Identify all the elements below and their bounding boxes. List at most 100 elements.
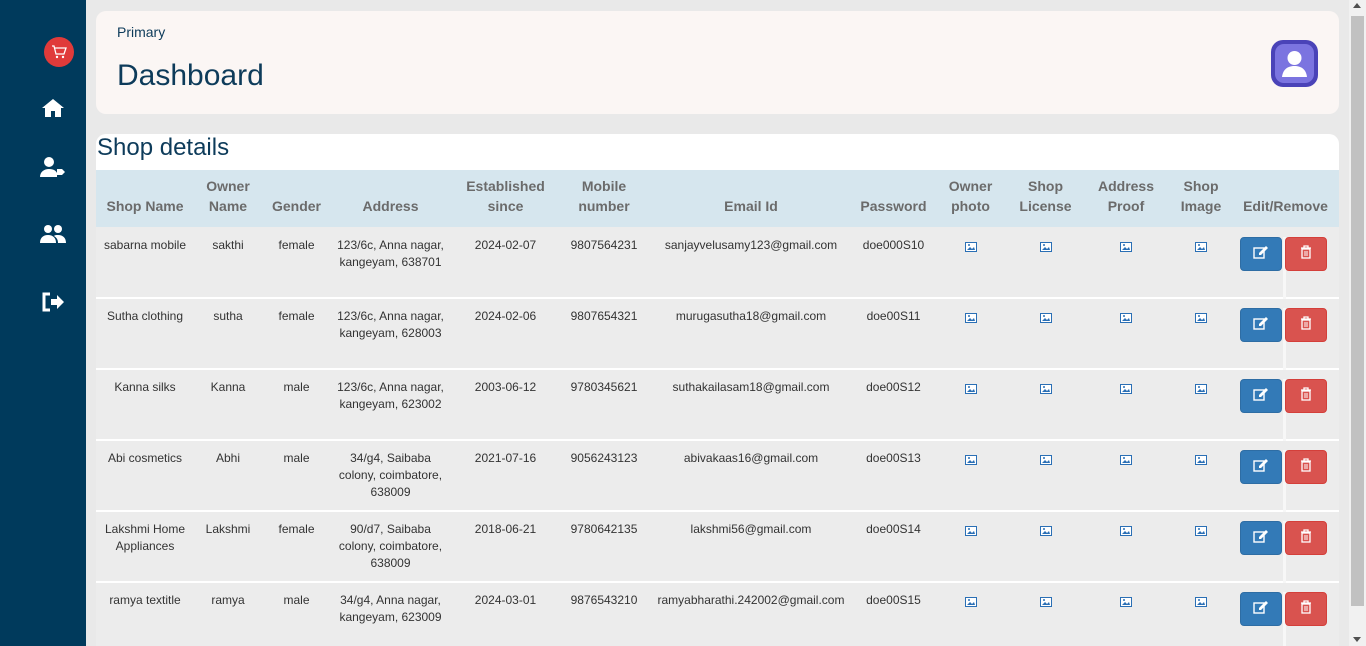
cell-email: suthakailasam18@gmail.com	[647, 369, 855, 441]
owner-photo-icon[interactable]	[964, 311, 977, 323]
owner-photo-icon[interactable]	[964, 240, 977, 252]
cell-owner-name: Abhi	[194, 440, 262, 512]
card-title: Shop details	[97, 134, 230, 161]
cell-established: 2024-03-01	[450, 582, 561, 646]
shop-image-icon[interactable]	[1195, 311, 1207, 323]
user-avatar-icon	[1275, 44, 1314, 83]
shop-image-icon[interactable]	[1195, 240, 1207, 252]
delete-button[interactable]	[1285, 379, 1327, 413]
page-scrollbar[interactable]	[1349, 0, 1366, 646]
column-header: Gender	[271, 198, 321, 214]
shop-license-icon[interactable]	[1039, 311, 1052, 323]
cell-mobile: 9780642135	[561, 511, 647, 583]
cell-mobile: 9807654321	[561, 298, 647, 370]
cell-shop-name: Lakshmi Home Appliances	[96, 511, 194, 583]
table-row: Sutha clothing sutha female 123/6c, Anna na…	[96, 298, 1339, 370]
delete-button[interactable]	[1285, 521, 1327, 555]
shop-image-icon[interactable]	[1195, 524, 1207, 536]
column-header: Shop License	[1019, 178, 1072, 214]
cell-owner-name: Lakshmi	[194, 511, 262, 583]
cell-owner-name: ramya	[194, 582, 262, 646]
owner-photo-icon[interactable]	[964, 453, 977, 465]
shop-license-icon[interactable]	[1039, 524, 1052, 536]
cell-gender: male	[262, 440, 331, 512]
cell-owner-name: sakthi	[194, 227, 262, 299]
cell-address: 34/g4, Anna nagar, kangeyam, 623009	[331, 582, 450, 646]
owner-photo-icon[interactable]	[964, 524, 977, 536]
cell-established: 2003-06-12	[450, 369, 561, 441]
shop-image-icon[interactable]	[1195, 595, 1207, 607]
users-icon[interactable]	[40, 221, 66, 247]
edit-button[interactable]	[1240, 450, 1282, 484]
edit-icon	[1253, 316, 1269, 335]
table-row: Lakshmi Home Appliances Lakshmi female 90/d…	[96, 511, 1339, 583]
cell-address: 34/g4, Saibaba colony, coimbatore, 63800…	[331, 440, 450, 512]
breadcrumb[interactable]: Primary	[117, 24, 165, 40]
scrollbar-thumb[interactable]	[1351, 16, 1364, 606]
delete-button[interactable]	[1285, 450, 1327, 484]
trash-icon	[1300, 386, 1312, 406]
page-header: Primary Dashboard	[96, 11, 1339, 114]
home-icon[interactable]	[40, 95, 66, 121]
shop-license-icon[interactable]	[1039, 240, 1052, 252]
column-header: Edit/Remove	[1243, 198, 1328, 214]
table-row: Abi cosmetics Abhi male 34/g4, Saibaba colo…	[96, 440, 1339, 512]
cell-established: 2024-02-07	[450, 227, 561, 299]
edit-button[interactable]	[1240, 237, 1282, 271]
address-proof-icon[interactable]	[1120, 595, 1132, 607]
shop-image-icon[interactable]	[1195, 453, 1207, 465]
trash-icon	[1300, 599, 1312, 619]
edit-icon	[1253, 245, 1269, 264]
shop-license-icon[interactable]	[1039, 453, 1052, 465]
user-tag-icon[interactable]	[40, 154, 66, 180]
avatar[interactable]	[1271, 40, 1318, 87]
cell-mobile: 9056243123	[561, 440, 647, 512]
logout-icon[interactable]	[40, 289, 66, 315]
edit-icon	[1253, 529, 1269, 548]
shop-details-card: Shop details Shop Name Owner Name Gender Ad…	[96, 134, 1339, 646]
address-proof-icon[interactable]	[1120, 311, 1132, 323]
cell-owner-name: Kanna	[194, 369, 262, 441]
shop-license-icon[interactable]	[1039, 382, 1052, 394]
table-row: Kanna silks Kanna male 123/6c, Anna nagar, …	[96, 369, 1339, 441]
cell-shop-name: ramya textitle	[96, 582, 194, 646]
cart-logo-icon[interactable]	[44, 37, 74, 67]
cell-email: abivakaas16@gmail.com	[647, 440, 855, 512]
trash-icon	[1300, 528, 1312, 548]
edit-button[interactable]	[1240, 521, 1282, 555]
shop-license-icon[interactable]	[1039, 595, 1052, 607]
cell-password: doe00S11	[855, 298, 932, 370]
address-proof-icon[interactable]	[1120, 524, 1132, 536]
cell-mobile: 9876543210	[561, 582, 647, 646]
scroll-down-arrow-icon[interactable]	[1353, 637, 1361, 642]
scroll-up-arrow-icon[interactable]	[1353, 3, 1361, 8]
edit-icon	[1253, 600, 1269, 619]
cell-password: doe00S14	[855, 511, 932, 583]
edit-button[interactable]	[1240, 379, 1282, 413]
cell-established: 2018-06-21	[450, 511, 561, 583]
column-header: Owner Name	[206, 178, 250, 214]
delete-button[interactable]	[1285, 237, 1327, 271]
table-header-row: Shop Name Owner Name Gender Address Establis…	[96, 170, 1339, 227]
owner-photo-icon[interactable]	[964, 382, 977, 394]
edit-button[interactable]	[1240, 308, 1282, 342]
trash-icon	[1300, 457, 1312, 477]
owner-photo-icon[interactable]	[964, 595, 977, 607]
cell-address: 123/6c, Anna nagar, kangeyam, 628003	[331, 298, 450, 370]
delete-button[interactable]	[1285, 308, 1327, 342]
edit-icon	[1253, 387, 1269, 406]
cell-gender: female	[262, 298, 331, 370]
cell-password: doe00S15	[855, 582, 932, 646]
shop-image-icon[interactable]	[1195, 382, 1207, 394]
address-proof-icon[interactable]	[1120, 453, 1132, 465]
cell-gender: female	[262, 227, 331, 299]
edit-button[interactable]	[1240, 592, 1282, 626]
delete-button[interactable]	[1285, 592, 1327, 626]
address-proof-icon[interactable]	[1120, 382, 1132, 394]
column-header: Shop Name	[106, 198, 184, 214]
edit-icon	[1253, 458, 1269, 477]
address-proof-icon[interactable]	[1120, 240, 1132, 252]
cell-shop-name: Abi cosmetics	[96, 440, 194, 512]
column-header: Address	[362, 198, 419, 214]
cell-password: doe00S13	[855, 440, 932, 512]
